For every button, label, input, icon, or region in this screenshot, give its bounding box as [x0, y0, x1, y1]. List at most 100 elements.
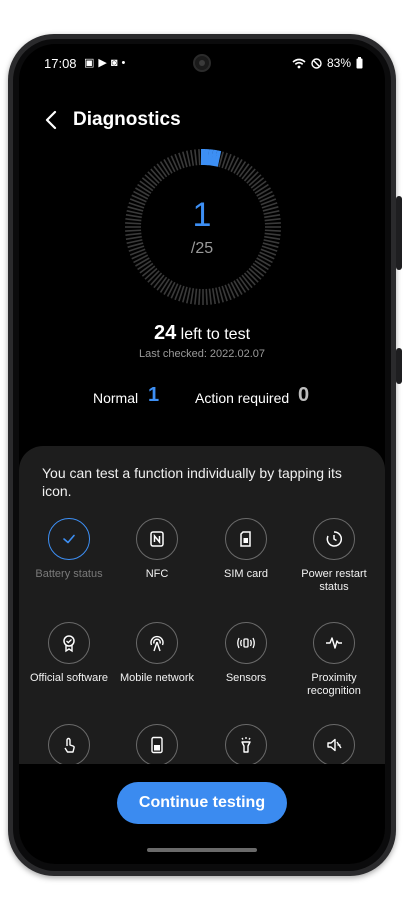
page-title: Diagnostics	[73, 109, 181, 130]
test-item-proximity-recognition[interactable]: Proximity recognition	[290, 622, 378, 698]
test-item-sim-card[interactable]: SIM card	[202, 518, 290, 581]
progress-tick	[233, 280, 243, 295]
test-item-power-restart[interactable]: Power restart status	[290, 518, 378, 594]
progress-tick	[186, 150, 191, 167]
progress-tick	[254, 183, 269, 194]
left-to-test-text: left to test	[180, 326, 251, 343]
chevron-left-icon	[45, 110, 57, 130]
progress-tick	[156, 276, 168, 291]
header: Diagnostics	[19, 106, 385, 136]
progress-tick	[159, 278, 170, 293]
antenna-icon	[136, 622, 178, 664]
progress-tick	[186, 287, 191, 304]
screen: 17:08 ▣▶◙• 83% Diagnostics 1 /25 24 left…	[19, 44, 385, 864]
summary: Normal 1 Action required 0	[19, 384, 385, 410]
no-disturb-icon	[311, 57, 322, 69]
progress-tick	[190, 149, 195, 166]
notification-icons: ▣▶◙•	[84, 56, 129, 69]
progress-tick	[198, 149, 201, 166]
progress-tick	[137, 183, 152, 194]
progress-tick	[139, 180, 154, 192]
progress-tick	[205, 288, 208, 305]
action-required-label: Action required	[195, 390, 290, 406]
test-item-speaker[interactable]	[290, 724, 378, 766]
front-camera	[193, 54, 211, 72]
test-item-touch[interactable]	[25, 724, 113, 766]
progress-tick	[238, 163, 250, 178]
test-item-label: Proximity recognition	[307, 672, 361, 697]
progress-tick	[211, 288, 216, 305]
gallery-icon: ▣	[84, 57, 99, 69]
touch-icon	[48, 724, 90, 766]
panel-note: You can test a function individually by …	[42, 465, 342, 499]
progress-tick	[233, 159, 243, 174]
normal-label: Normal	[93, 390, 139, 406]
test-item-label: Official software	[29, 672, 109, 684]
progress-tick	[139, 262, 154, 274]
progress-tick	[236, 278, 247, 293]
power-button	[396, 348, 402, 384]
progress-tick	[252, 262, 267, 274]
sim-card-icon	[225, 518, 267, 560]
status-right: 83%	[292, 56, 363, 70]
progress-tick	[137, 260, 152, 271]
test-item-label: Battery status	[35, 568, 103, 580]
progress-tick	[159, 161, 170, 176]
progress-tick	[194, 149, 198, 166]
home-indicator[interactable]	[147, 848, 257, 852]
test-item-sensors[interactable]: Sensors	[202, 622, 290, 685]
progress-tick	[252, 180, 267, 192]
continue-testing-button[interactable]: Continue testing	[117, 782, 287, 824]
battery-percent: 83%	[326, 56, 351, 70]
power-restart-icon	[313, 518, 355, 560]
play-icon: ▶	[98, 57, 111, 69]
test-item-label: Power restart status	[301, 568, 367, 593]
nfc-icon	[136, 518, 178, 560]
progress-tick	[163, 280, 173, 295]
last-checked: Last checked: 2022.02.07	[139, 348, 265, 360]
progress-tick	[163, 159, 173, 174]
flashlight-icon	[225, 724, 267, 766]
speaker-mute-icon	[313, 724, 355, 766]
progress-tick	[194, 288, 198, 305]
proximity-icon	[313, 622, 355, 664]
tested-count: 1	[192, 196, 212, 234]
action-required-value: 0	[298, 384, 310, 406]
test-item-label: Mobile network	[120, 672, 194, 684]
check-icon	[48, 518, 90, 560]
test-item-flashlight[interactable]	[202, 724, 290, 766]
normal-value: 1	[148, 384, 160, 406]
progress-tick	[156, 163, 168, 178]
progress-tick	[198, 288, 201, 305]
test-item-label: NFC	[145, 568, 169, 580]
test-item-mobile-network[interactable]: Mobile network	[113, 622, 201, 685]
battery-icon	[356, 57, 363, 69]
test-item-label: Sensors	[225, 672, 267, 684]
progress-tick	[256, 257, 271, 267]
progress-tick	[125, 235, 142, 240]
left-to-test-number: 24	[153, 322, 177, 344]
progress-tick	[208, 288, 212, 305]
status-bar: 17:08 ▣▶◙• 83%	[19, 44, 385, 80]
progress-tick-complete	[204, 149, 210, 166]
progress-tick	[254, 260, 269, 271]
progress-tick	[190, 288, 195, 305]
progress-tick	[236, 161, 247, 176]
test-item-screen[interactable]	[113, 724, 201, 766]
test-item-battery-status[interactable]: Battery status	[25, 518, 113, 581]
total-count: /25	[190, 240, 214, 257]
progress-tick	[135, 257, 150, 267]
progress-tick-complete	[207, 149, 214, 166]
test-item-nfc[interactable]: NFC	[113, 518, 201, 581]
sensors-icon	[225, 622, 267, 664]
status-time: 17:08	[44, 56, 77, 71]
badge-icon	[48, 622, 90, 664]
wifi-icon	[292, 58, 306, 68]
volume-button	[396, 196, 402, 270]
test-item-label: SIM card	[223, 568, 268, 580]
progress-tick	[135, 187, 150, 197]
bag-icon: ◙	[110, 57, 122, 69]
test-item-official-software[interactable]: Official software	[25, 622, 113, 685]
back-button[interactable]	[41, 108, 67, 134]
progress-tick	[256, 187, 271, 197]
